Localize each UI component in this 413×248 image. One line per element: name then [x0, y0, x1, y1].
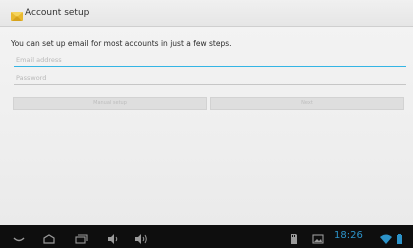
next-button[interactable]: Next — [210, 97, 404, 110]
title-bar: Account setup — [0, 0, 413, 27]
system-navigation-bar: 18:26 — [0, 225, 413, 248]
page-title: Account setup — [25, 8, 90, 18]
home-icon[interactable] — [42, 230, 56, 244]
sd-card-icon — [287, 230, 301, 244]
screenshot-icon — [311, 230, 325, 244]
screen: Account setup You can set up email for m… — [0, 0, 413, 248]
wifi-icon — [379, 230, 393, 244]
battery-icon — [395, 230, 405, 244]
volume-down-icon[interactable] — [106, 230, 120, 244]
instructions-text: You can set up email for most accounts i… — [11, 39, 232, 48]
recent-apps-icon[interactable] — [74, 230, 88, 244]
volume-up-icon[interactable] — [134, 230, 148, 244]
email-field-underline — [14, 66, 406, 67]
status-clock: 18:26 — [334, 230, 363, 241]
manual-setup-button[interactable]: Manual setup — [13, 97, 207, 110]
email-field[interactable] — [14, 54, 406, 66]
email-app-icon — [11, 7, 24, 21]
password-field-underline — [14, 84, 406, 85]
account-setup-form: You can set up email for most accounts i… — [0, 27, 413, 225]
password-field[interactable] — [14, 72, 406, 84]
back-icon[interactable] — [12, 230, 26, 242]
